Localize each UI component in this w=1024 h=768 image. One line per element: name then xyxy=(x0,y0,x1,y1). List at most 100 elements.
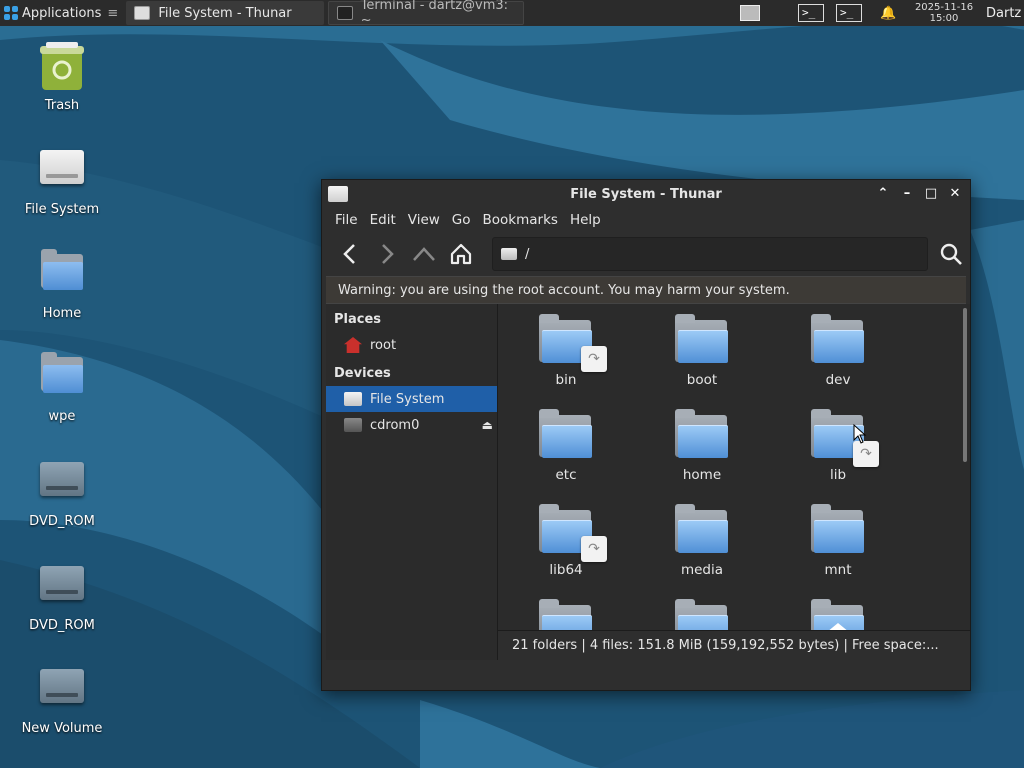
clock-date: 2025-11-16 xyxy=(914,2,974,13)
up-button[interactable] xyxy=(410,240,438,268)
cdrom-icon xyxy=(344,418,362,432)
notification-bell-icon[interactable]: 🔔 xyxy=(880,6,896,21)
file-manager-icon xyxy=(134,6,151,20)
folder-icon xyxy=(811,314,865,364)
file-item[interactable]: boot xyxy=(634,308,770,403)
desktop-icon-dvd-rom[interactable]: DVD_ROM xyxy=(12,566,112,633)
drive-icon xyxy=(328,186,348,202)
menu-help[interactable]: Help xyxy=(564,212,607,228)
sidebar-item-label: File System xyxy=(370,391,445,407)
desktop-icon-label: DVD_ROM xyxy=(29,514,95,529)
menu-go[interactable]: Go xyxy=(446,212,477,228)
desktop-icon-label: New Volume xyxy=(21,721,103,736)
thunar-window: File System - Thunar ⌃ – □ ✕ File Edit V… xyxy=(321,179,971,691)
forward-button[interactable] xyxy=(373,240,401,268)
drive-icon xyxy=(40,150,84,184)
eject-icon[interactable]: ⏏ xyxy=(482,418,493,432)
folder-icon xyxy=(41,352,83,393)
terminal-icon xyxy=(337,6,353,20)
folder-icon xyxy=(675,314,729,364)
top-panel: Applications ≡ File System - Thunar Term… xyxy=(0,0,1024,28)
user-menu[interactable]: Dartz xyxy=(986,6,1024,21)
drive-icon xyxy=(501,248,517,260)
desktop-icon-label: wpe xyxy=(48,409,76,424)
folder-icon xyxy=(675,409,729,459)
clock[interactable]: 2025-11-16 15:00 xyxy=(912,2,976,24)
window-titlebar[interactable]: File System - Thunar ⌃ – □ ✕ xyxy=(322,180,970,208)
file-item[interactable]: etc xyxy=(498,403,634,498)
desktop-icon-dvd-rom[interactable]: DVD_ROM xyxy=(12,462,112,529)
dvd-drive-icon xyxy=(40,566,84,600)
sidebar-item-cdrom0[interactable]: cdrom0 ⏏ xyxy=(326,412,497,438)
file-item[interactable]: mnt xyxy=(770,498,906,593)
file-item[interactable]: media xyxy=(634,498,770,593)
back-arrow-icon xyxy=(343,244,355,264)
home-button[interactable] xyxy=(447,240,475,268)
mouse-cursor-icon xyxy=(853,424,867,444)
file-item[interactable]: ↷ lib64 xyxy=(498,498,634,593)
minimize-button[interactable]: – xyxy=(900,187,914,201)
file-item-label: lib64 xyxy=(549,562,583,578)
close-button[interactable]: ✕ xyxy=(948,187,962,201)
menu-view[interactable]: View xyxy=(402,212,446,228)
desktop-icon-label: Home xyxy=(42,306,82,321)
file-item-label: boot xyxy=(686,372,718,388)
desktop-icon-label: File System xyxy=(24,202,100,217)
location-path: / xyxy=(525,246,530,262)
taskbar-item-terminal[interactable]: Terminal - dartz@vm3: ~ xyxy=(328,0,525,28)
home-folder-icon xyxy=(41,249,83,290)
folder-icon: ↷ xyxy=(539,314,607,372)
home-icon xyxy=(344,337,362,353)
root-warning-banner: Warning: you are using the root account.… xyxy=(326,276,966,304)
toolbar: / xyxy=(322,232,970,276)
file-item[interactable]: home xyxy=(634,403,770,498)
desktop-icon-wpe[interactable]: wpe xyxy=(12,352,112,424)
desktop-icon-file-system[interactable]: File System xyxy=(12,150,112,217)
side-pane: Places root Devices File System cdrom0 ⏏ xyxy=(326,304,498,660)
folder-icon xyxy=(811,504,865,554)
symlink-arrow-icon: ↷ xyxy=(581,536,607,562)
home-icon xyxy=(450,243,472,265)
terminal-launcher-icon[interactable]: >_ xyxy=(836,4,862,22)
file-item-label: bin xyxy=(555,372,577,388)
file-item[interactable]: ↷ bin xyxy=(498,308,634,403)
desktop-icon-label: Trash xyxy=(44,98,80,113)
desktop-icon-new-volume[interactable]: New Volume xyxy=(12,669,112,736)
desktop-icon-label: DVD_ROM xyxy=(29,618,95,633)
menu-bookmarks[interactable]: Bookmarks xyxy=(477,212,564,228)
desktop-icon-home[interactable]: Home xyxy=(12,249,112,321)
taskbar-item-label: Terminal - dartz@vm3: ~ xyxy=(360,0,509,28)
file-item-label: mnt xyxy=(824,562,852,578)
taskbar-item-thunar[interactable]: File System - Thunar xyxy=(126,1,325,25)
shade-button[interactable]: ⌃ xyxy=(876,187,890,201)
terminal-launcher-icon[interactable]: >_ xyxy=(798,4,824,22)
devices-header: Devices xyxy=(334,366,391,381)
menu-edit[interactable]: Edit xyxy=(364,212,402,228)
location-bar[interactable]: / xyxy=(492,237,928,271)
file-item-label: home xyxy=(682,467,722,483)
search-button[interactable] xyxy=(936,239,966,269)
taskbar-item-label: File System - Thunar xyxy=(158,5,292,21)
applications-menu-button[interactable]: Applications ≡ xyxy=(0,0,122,26)
workspace-switcher[interactable] xyxy=(740,5,760,21)
file-item-label: lib xyxy=(829,467,847,483)
maximize-button[interactable]: □ xyxy=(924,187,938,201)
menu-file[interactable]: File xyxy=(329,212,364,228)
file-item[interactable]: ↷ lib xyxy=(770,403,906,498)
sidebar-item-file-system[interactable]: File System xyxy=(326,386,497,412)
sidebar-item-label: cdrom0 xyxy=(370,417,420,433)
file-item-label: media xyxy=(680,562,724,578)
file-item[interactable]: dev xyxy=(770,308,906,403)
file-icon-view[interactable]: ↷ bin boot dev etc home ↷ lib ↷ lib64 media mnt 21 … xyxy=(498,304,970,660)
menu-icon: ≡ xyxy=(107,5,119,21)
status-bar: 21 folders | 4 files: 151.8 MiB (159,192… xyxy=(498,630,970,660)
sidebar-item-root[interactable]: root xyxy=(326,332,497,358)
drive-icon xyxy=(40,669,84,703)
vertical-scrollbar[interactable] xyxy=(963,308,967,462)
desktop-icon-trash[interactable]: Trash xyxy=(12,42,112,113)
back-button[interactable] xyxy=(336,240,364,268)
applications-icon xyxy=(4,6,18,20)
clock-time: 15:00 xyxy=(929,13,959,24)
trash-icon xyxy=(40,42,84,92)
folder-icon xyxy=(539,409,593,459)
